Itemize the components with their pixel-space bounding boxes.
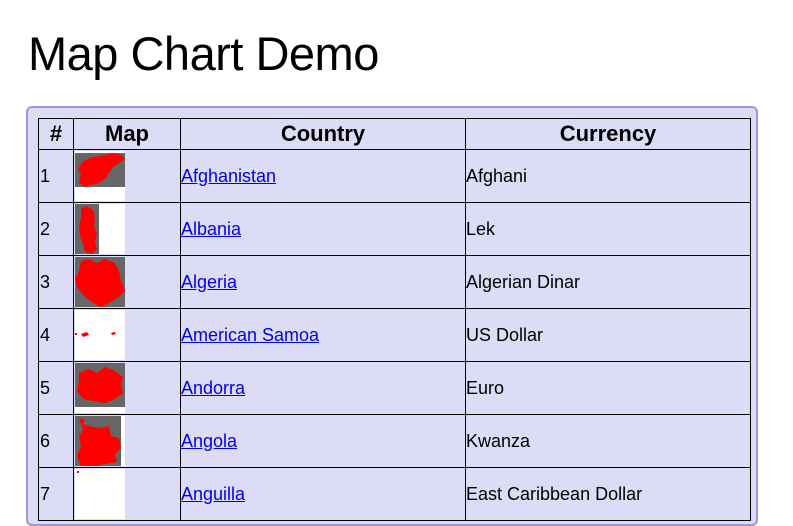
country-cell: Algeria — [180, 255, 466, 309]
currency-cell: Afghani — [465, 149, 751, 203]
header-country: Country — [180, 118, 466, 150]
map-cell — [73, 149, 181, 203]
header-num: # — [38, 118, 74, 150]
country-cell: Andorra — [180, 361, 466, 415]
country-link[interactable]: Algeria — [181, 272, 237, 292]
american-samoa-map-icon — [75, 310, 125, 360]
country-cell: Albania — [180, 202, 466, 256]
country-link[interactable]: Angola — [181, 431, 237, 451]
map-cell — [73, 361, 181, 415]
row-number: 3 — [38, 255, 74, 309]
header-currency: Currency — [465, 118, 751, 150]
table-header-row: # Map Country Currency — [38, 118, 751, 150]
row-number: 6 — [38, 414, 74, 468]
currency-cell: Algerian Dinar — [465, 255, 751, 309]
currency-cell: US Dollar — [465, 308, 751, 362]
table-row: 4 American Samoa US Dollar — [38, 308, 751, 362]
row-number: 1 — [38, 149, 74, 203]
algeria-map-icon — [75, 257, 125, 307]
country-link[interactable]: American Samoa — [181, 325, 319, 345]
table-row: 1 Afghanistan Afghani — [38, 149, 751, 203]
country-link[interactable]: Anguilla — [181, 484, 245, 504]
country-cell: American Samoa — [180, 308, 466, 362]
table-row: 6 Angola Kwanza — [38, 414, 751, 468]
map-cell — [73, 414, 181, 468]
row-number: 4 — [38, 308, 74, 362]
country-link[interactable]: Albania — [181, 219, 241, 239]
row-number: 7 — [38, 467, 74, 521]
currency-cell: Kwanza — [465, 414, 751, 468]
table-row: 3 Algeria Algerian Dinar — [38, 255, 751, 309]
currency-cell: East Caribbean Dollar — [465, 467, 751, 521]
header-map: Map — [73, 118, 181, 150]
country-cell: Afghanistan — [180, 149, 466, 203]
andorra-map-icon — [75, 363, 125, 413]
page-title: Map Chart Demo — [28, 27, 379, 80]
map-cell — [73, 308, 181, 362]
anguilla-map-icon — [75, 469, 125, 519]
albania-map-icon — [75, 204, 125, 254]
map-cell — [73, 202, 181, 256]
map-cell — [73, 467, 181, 521]
country-cell: Angola — [180, 414, 466, 468]
angola-map-icon — [75, 416, 125, 466]
country-link[interactable]: Afghanistan — [181, 166, 276, 186]
table-row: 2 Albania Lek — [38, 202, 751, 256]
row-number: 5 — [38, 361, 74, 415]
currency-cell: Euro — [465, 361, 751, 415]
table-row: 7 Anguilla East Caribbean Dollar — [38, 467, 751, 521]
country-cell: Anguilla — [180, 467, 466, 521]
afghanistan-map-icon — [75, 151, 125, 201]
country-table: # Map Country Currency 1 Afghanistan Afg… — [38, 118, 751, 521]
table-panel: # Map Country Currency 1 Afghanistan Afg… — [26, 106, 758, 526]
map-cell — [73, 255, 181, 309]
row-number: 2 — [38, 202, 74, 256]
table-row: 5 Andorra Euro — [38, 361, 751, 415]
country-link[interactable]: Andorra — [181, 378, 245, 398]
currency-cell: Lek — [465, 202, 751, 256]
